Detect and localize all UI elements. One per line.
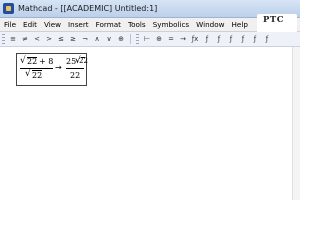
greater-than-button[interactable]: > <box>43 35 55 43</box>
menu-tools[interactable]: Tools <box>124 20 149 29</box>
title-bar: Mathcad - [[ACADEMIC] Untitled:1] <box>0 0 300 18</box>
xor-button[interactable]: ⊕ <box>115 35 127 43</box>
not-equal-button[interactable]: ≠ <box>19 35 31 43</box>
function-button[interactable]: ƒx <box>189 35 201 43</box>
equals-bool-button[interactable]: ≡ <box>7 35 19 43</box>
menu-format[interactable]: Format <box>92 20 124 29</box>
logo-text: PTC <box>263 15 284 25</box>
menu-window[interactable]: Window <box>192 20 227 29</box>
not-button[interactable]: ¬ <box>79 35 91 43</box>
symbolic-keyword-button[interactable]: ⊢ <box>141 35 153 43</box>
function-button-7[interactable]: ƒ <box>261 35 273 43</box>
function-button-4[interactable]: ƒ <box>225 35 237 43</box>
symbolic-evaluate-button[interactable]: → <box>177 35 189 43</box>
menu-view[interactable]: View <box>40 20 64 29</box>
sqrt-symbol-icon: √ <box>20 56 26 66</box>
left-numerator-plus: + 8 <box>39 57 54 66</box>
greater-equal-button[interactable]: ≥ <box>67 35 79 43</box>
less-equal-button[interactable]: ≤ <box>55 35 67 43</box>
function-button-5[interactable]: ƒ <box>237 35 249 43</box>
boolean-toolbar: ≡ ≠ < > ≤ ≥ ¬ ∧ ∨ ⊕ ⊢ ⊕ = → ƒx ƒ ƒ ƒ ƒ ƒ… <box>0 32 300 47</box>
sqrt-symbol-icon: √ <box>25 69 31 79</box>
menu-insert[interactable]: Insert <box>64 20 92 29</box>
symbolic-equal-button[interactable]: = <box>165 35 177 43</box>
right-numerator-radicand: 22 <box>79 57 88 65</box>
toolbar-separator <box>130 34 131 44</box>
menu-help[interactable]: Help <box>228 20 251 29</box>
toolbar-grip-icon[interactable] <box>2 34 5 44</box>
window-title: Mathcad - [[ACADEMIC] Untitled:1] <box>18 4 158 13</box>
left-numerator-radicand: 22 <box>27 57 38 66</box>
menu-edit[interactable]: Edit <box>19 20 40 29</box>
menu-bar: File Edit View Insert Format Tools Symbo… <box>0 18 300 32</box>
function-button-2[interactable]: ƒ <box>201 35 213 43</box>
vertical-scrollbar[interactable] <box>292 47 300 200</box>
right-fraction-line <box>66 68 84 69</box>
symbolic-op-button[interactable]: ⊕ <box>153 35 165 43</box>
mathcad-app-icon[interactable] <box>3 3 14 14</box>
and-button[interactable]: ∧ <box>91 35 103 43</box>
menu-symbolics[interactable]: Symbolics <box>149 20 192 29</box>
function-button-6[interactable]: ƒ <box>249 35 261 43</box>
function-button-3[interactable]: ƒ <box>213 35 225 43</box>
less-than-button[interactable]: < <box>31 35 43 43</box>
or-button[interactable]: ∨ <box>103 35 115 43</box>
symbolic-arrow-icon: → <box>55 63 62 72</box>
menu-file[interactable]: File <box>0 20 19 29</box>
toolbar-grip-icon[interactable] <box>136 34 139 44</box>
worksheet[interactable]: √ 22 + 8 √ 22 → 25· √ 22 22 <box>0 47 300 200</box>
ptc-logo: PTC <box>257 14 297 34</box>
right-denominator: 22 <box>70 71 81 80</box>
left-denominator-radicand: 22 <box>32 71 43 80</box>
math-region[interactable]: √ 22 + 8 √ 22 → 25· √ 22 22 <box>16 53 88 86</box>
